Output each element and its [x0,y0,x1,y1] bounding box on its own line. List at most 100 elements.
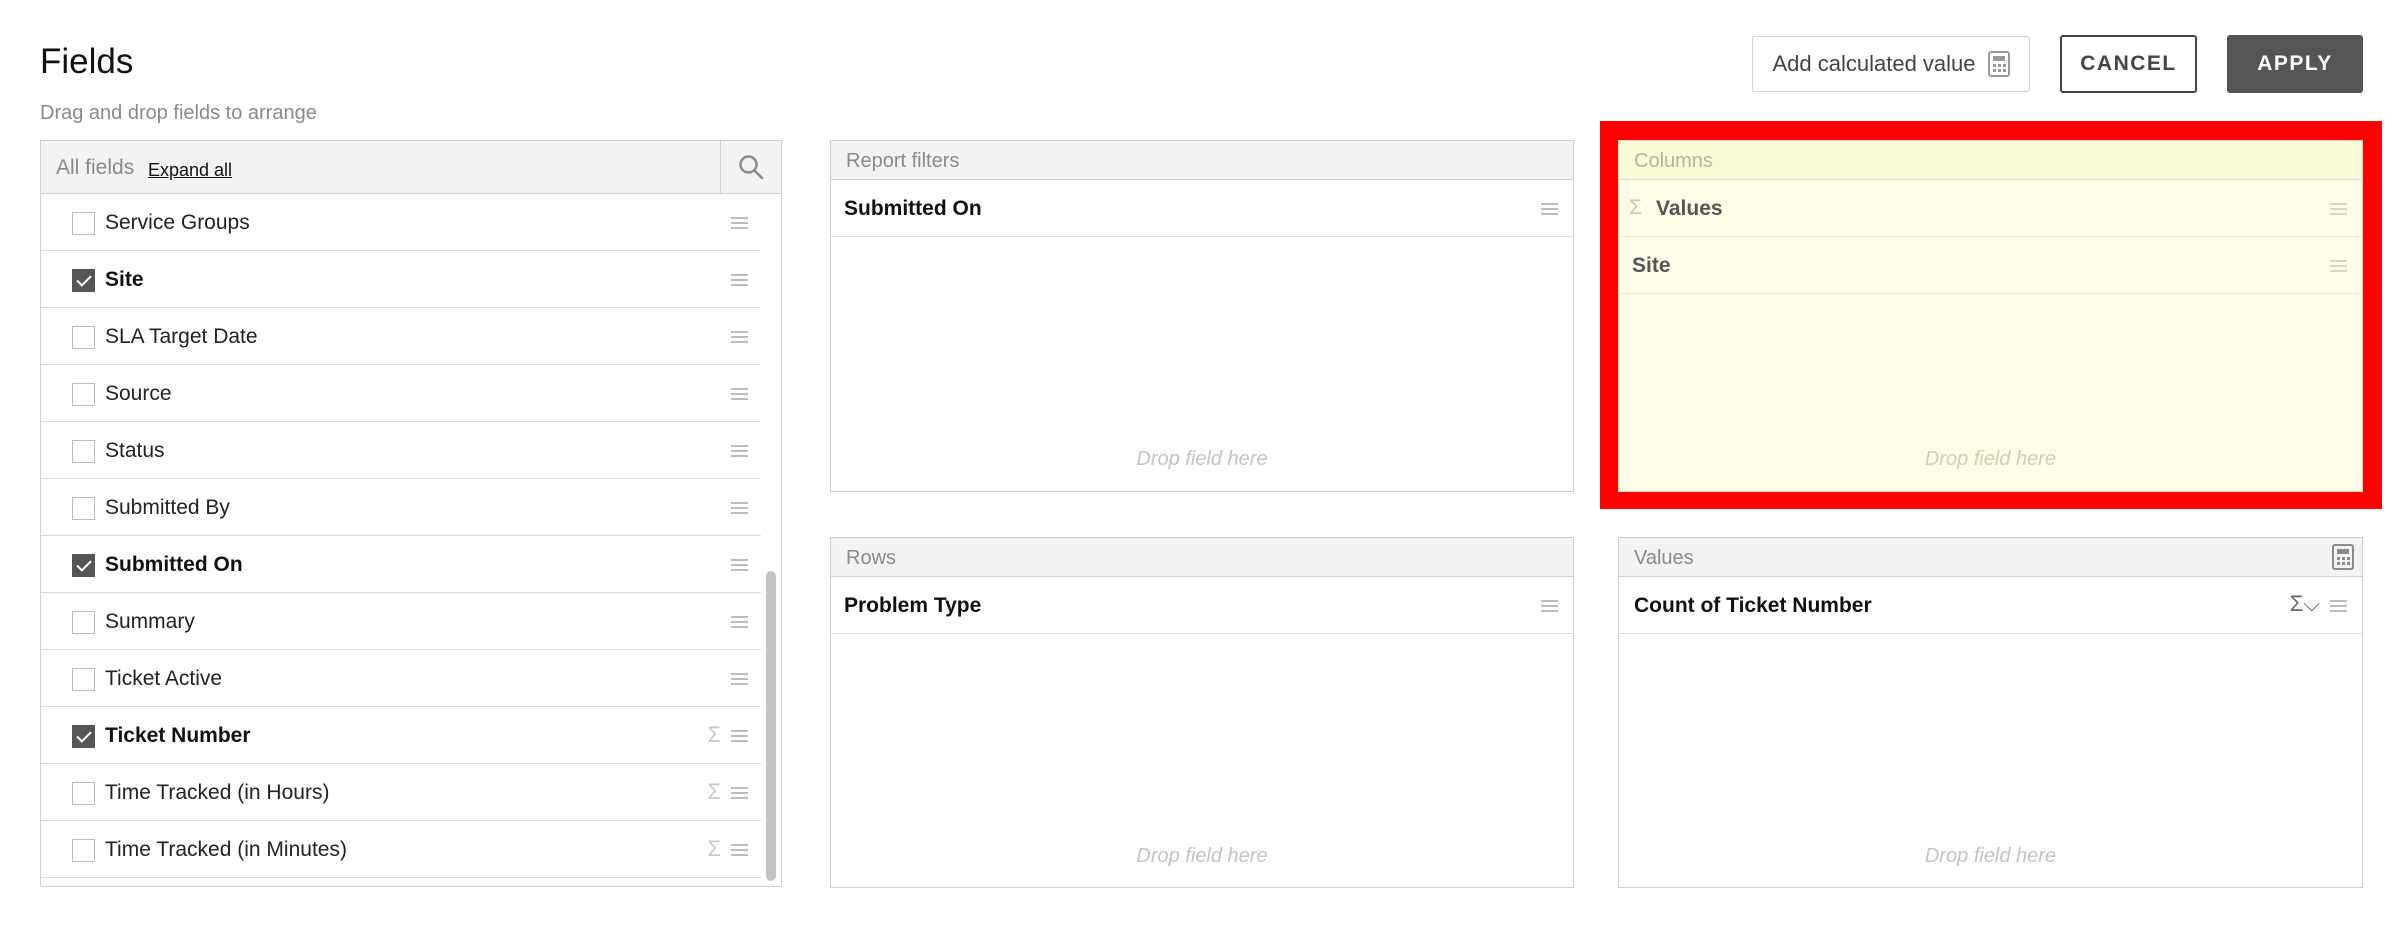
field-label: Ticket Number [105,724,251,747]
sigma-icon: Σ [1629,196,1642,219]
drag-handle-icon[interactable] [731,730,748,742]
drag-handle-icon[interactable] [1541,600,1558,612]
report-filters-header: Report filters [831,141,1573,180]
field-list-item[interactable]: Time Tracked (in Hours) Σ [41,764,761,821]
report-filters-drop-hint: Drop field here [1136,448,1268,470]
field-checkbox[interactable] [72,611,95,634]
fields-panel: All fields Expand all Service Groups Site… [40,140,782,887]
field-checkbox[interactable] [72,440,95,463]
sigma-icon: Σ [707,722,721,747]
columns-item-values[interactable]: Σ Values [1619,180,2362,237]
drag-handle-icon[interactable] [731,787,748,799]
drag-handle-icon[interactable] [731,274,748,286]
cancel-button[interactable]: CANCEL [2060,35,2197,93]
values-item[interactable]: Count of Ticket Number Σ⌵ [1619,577,2362,634]
field-checkbox[interactable] [72,497,95,520]
sigma-icon: Σ [707,836,721,861]
values-item-label: Count of Ticket Number [1634,594,1872,617]
calculator-icon[interactable] [2330,544,2356,570]
page-title: Fields [40,42,134,81]
field-label: Summary [105,610,195,633]
report-filters-zone[interactable]: Report filters Submitted On Drop field h… [830,140,1574,492]
field-label: Service Groups [105,211,250,234]
drag-handle-icon[interactable] [731,616,748,628]
field-list-item[interactable]: Site [41,251,761,308]
drag-handle-icon[interactable] [2330,260,2347,272]
field-list-item[interactable]: Summary [41,593,761,650]
page-subtitle: Drag and drop fields to arrange [40,102,317,124]
fields-scrollbar-thumb[interactable] [766,571,776,881]
field-checkbox[interactable] [72,383,95,406]
field-checkbox[interactable] [72,668,95,691]
values-title: Values [1634,547,1694,569]
drag-handle-icon[interactable] [731,445,748,457]
expand-all-link[interactable]: Expand all [148,160,232,181]
report-filter-item[interactable]: Submitted On [831,180,1573,237]
field-list-item[interactable]: Status [41,422,761,479]
values-zone[interactable]: Values Count of Ticket Number Σ⌵ Drop fi… [1618,537,2363,888]
rows-header: Rows [831,538,1573,577]
field-checkbox[interactable] [72,326,95,349]
rows-zone[interactable]: Rows Problem Type Drop field here [830,537,1574,888]
search-icon [739,155,764,180]
report-filters-title: Report filters [846,150,960,172]
drag-handle-icon[interactable] [2330,203,2347,215]
values-header: Values [1619,538,2362,577]
field-list-item[interactable]: Ticket Number Σ [41,707,761,764]
drag-handle-icon[interactable] [731,217,748,229]
drag-handle-icon[interactable] [1541,203,1558,215]
drag-handle-icon[interactable] [731,331,748,343]
report-filter-item-label: Submitted On [844,197,982,220]
drag-handle-icon[interactable] [731,502,748,514]
field-label: SLA Target Date [105,325,258,348]
columns-title: Columns [1634,150,1713,172]
columns-item-label: Values [1656,197,1723,220]
field-list-item[interactable]: Ticket Active [41,650,761,707]
search-button[interactable] [720,141,781,193]
drag-handle-icon[interactable] [731,844,748,856]
rows-drop-hint: Drop field here [1136,845,1268,867]
field-label: Submitted On [105,553,243,576]
field-label: Source [105,382,172,405]
drag-handle-icon[interactable] [2330,600,2347,612]
rows-item[interactable]: Problem Type [831,577,1573,634]
field-label: Status [105,439,165,462]
field-list-item[interactable]: Submitted On [41,536,761,593]
add-calculated-value-label: Add calculated value [1772,51,1976,76]
field-checkbox[interactable] [72,269,95,292]
apply-button[interactable]: APPLY [2227,35,2363,93]
drag-handle-icon[interactable] [731,388,748,400]
field-label: Submitted By [105,496,230,519]
field-list-item[interactable]: Submitted By [41,479,761,536]
field-list-item[interactable]: Time Tracked (in Minutes) Σ [41,821,761,878]
field-list-item[interactable]: Source [41,365,761,422]
columns-item-site[interactable]: Site [1619,237,2362,294]
all-fields-label: All fields [56,156,135,179]
drag-handle-icon[interactable] [731,559,748,571]
field-checkbox[interactable] [72,839,95,862]
sigma-icon: Σ [707,779,721,804]
field-checkbox[interactable] [72,725,95,748]
field-checkbox[interactable] [72,554,95,577]
columns-header: Columns [1619,141,2362,180]
field-checkbox[interactable] [72,212,95,235]
fields-panel-header: All fields Expand all [41,141,781,194]
field-label: Time Tracked (in Minutes) [105,838,347,861]
field-checkbox[interactable] [72,782,95,805]
values-drop-hint: Drop field here [1924,845,2057,867]
rows-item-label: Problem Type [844,594,982,617]
field-list-item[interactable]: Service Groups [41,194,761,251]
field-list-item[interactable]: SLA Target Date [41,308,761,365]
drag-handle-icon[interactable] [731,673,748,685]
calculator-icon [1987,51,2010,77]
columns-drop-hint: Drop field here [1924,448,2057,470]
add-calculated-value-button[interactable]: Add calculated value [1752,36,2030,92]
field-label: Ticket Active [105,667,223,690]
columns-item-label: Site [1632,254,1671,277]
field-label: Site [105,268,144,291]
rows-title: Rows [846,547,897,569]
fields-list: Service Groups Site SLA Target Date Source S… [41,194,761,878]
field-label: Time Tracked (in Hours) [105,781,330,804]
aggregation-dropdown-icon[interactable]: Σ⌵ [2290,591,2320,617]
columns-zone[interactable]: Columns Σ Values Site Drop field here [1618,140,2363,492]
